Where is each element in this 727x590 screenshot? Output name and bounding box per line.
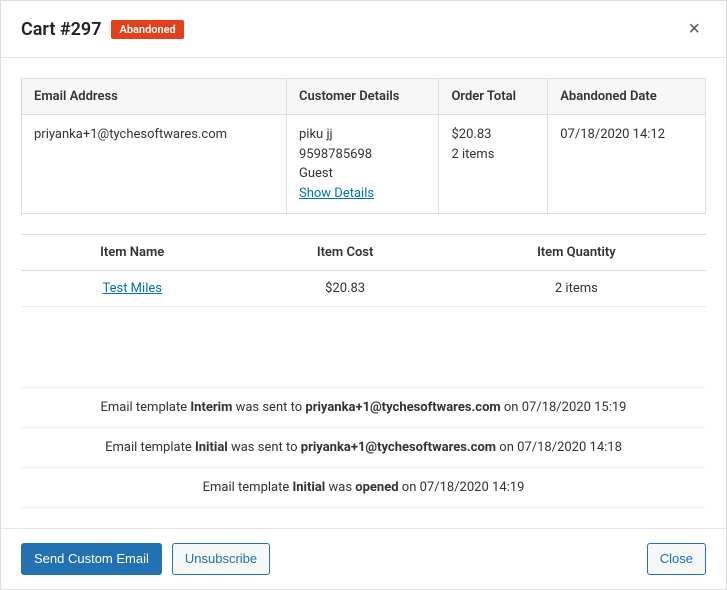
col-item-name: Item Name: [21, 235, 243, 271]
modal-header: Cart #297 Abandoned ×: [1, 1, 726, 58]
items-table: Item Name Item Cost Item Quantity Test M…: [21, 234, 706, 307]
send-custom-email-button[interactable]: Send Custom Email: [21, 543, 162, 575]
log-line: Email template Initial was sent to priya…: [21, 427, 706, 467]
cell-customer: piku jj 9598785698 Guest Show Details: [287, 115, 439, 214]
col-total: Order Total: [439, 79, 548, 115]
col-item-qty: Item Quantity: [447, 235, 706, 271]
email-log-section: Email template Interim was sent to priya…: [21, 387, 706, 508]
show-details-link[interactable]: Show Details: [299, 186, 374, 201]
cell-date: 07/18/2020 14:12: [548, 115, 706, 214]
close-button[interactable]: Close: [647, 543, 706, 575]
total-items: 2 items: [451, 145, 535, 165]
modal-body: Email Address Customer Details Order Tot…: [1, 58, 726, 528]
customer-phone: 9598785698: [299, 145, 426, 165]
modal-title: Cart #297: [21, 19, 101, 40]
customer-name: piku jj: [299, 125, 426, 145]
close-icon[interactable]: ×: [682, 15, 706, 43]
modal-footer: Send Custom Email Unsubscribe Close: [1, 528, 726, 589]
cell-item-qty: 2 items: [447, 271, 706, 307]
col-date: Abandoned Date: [548, 79, 706, 115]
cell-total: $20.83 2 items: [439, 115, 548, 214]
footer-left: Send Custom Email Unsubscribe: [21, 543, 270, 575]
cell-email: priyanka+1@tychesoftwares.com: [22, 115, 287, 214]
item-link[interactable]: Test Miles: [102, 281, 161, 296]
total-amount: $20.83: [451, 125, 535, 145]
log-template: Interim: [190, 400, 232, 415]
log-recipient: priyanka+1@tychesoftwares.com: [301, 440, 496, 455]
log-action: opened: [355, 480, 398, 495]
modal-title-wrap: Cart #297 Abandoned: [21, 19, 184, 40]
info-table: Email Address Customer Details Order Tot…: [21, 78, 706, 214]
log-line: Email template Initial was opened on 07/…: [21, 467, 706, 508]
unsubscribe-button[interactable]: Unsubscribe: [172, 543, 270, 575]
log-template: Initial: [195, 440, 228, 455]
col-customer: Customer Details: [287, 79, 439, 115]
log-template: Initial: [292, 480, 325, 495]
cell-item-name: Test Miles: [21, 271, 243, 307]
customer-type: Guest: [299, 164, 426, 184]
status-badge: Abandoned: [111, 20, 183, 39]
log-line: Email template Interim was sent to priya…: [21, 387, 706, 427]
item-row: Test Miles $20.83 2 items: [21, 271, 706, 307]
info-row: priyanka+1@tychesoftwares.com piku jj 95…: [22, 115, 706, 214]
log-recipient: priyanka+1@tychesoftwares.com: [305, 400, 500, 415]
col-item-cost: Item Cost: [243, 235, 446, 271]
cell-item-cost: $20.83: [243, 271, 446, 307]
col-email: Email Address: [22, 79, 287, 115]
cart-modal: Cart #297 Abandoned × Email Address Cust…: [0, 0, 727, 590]
